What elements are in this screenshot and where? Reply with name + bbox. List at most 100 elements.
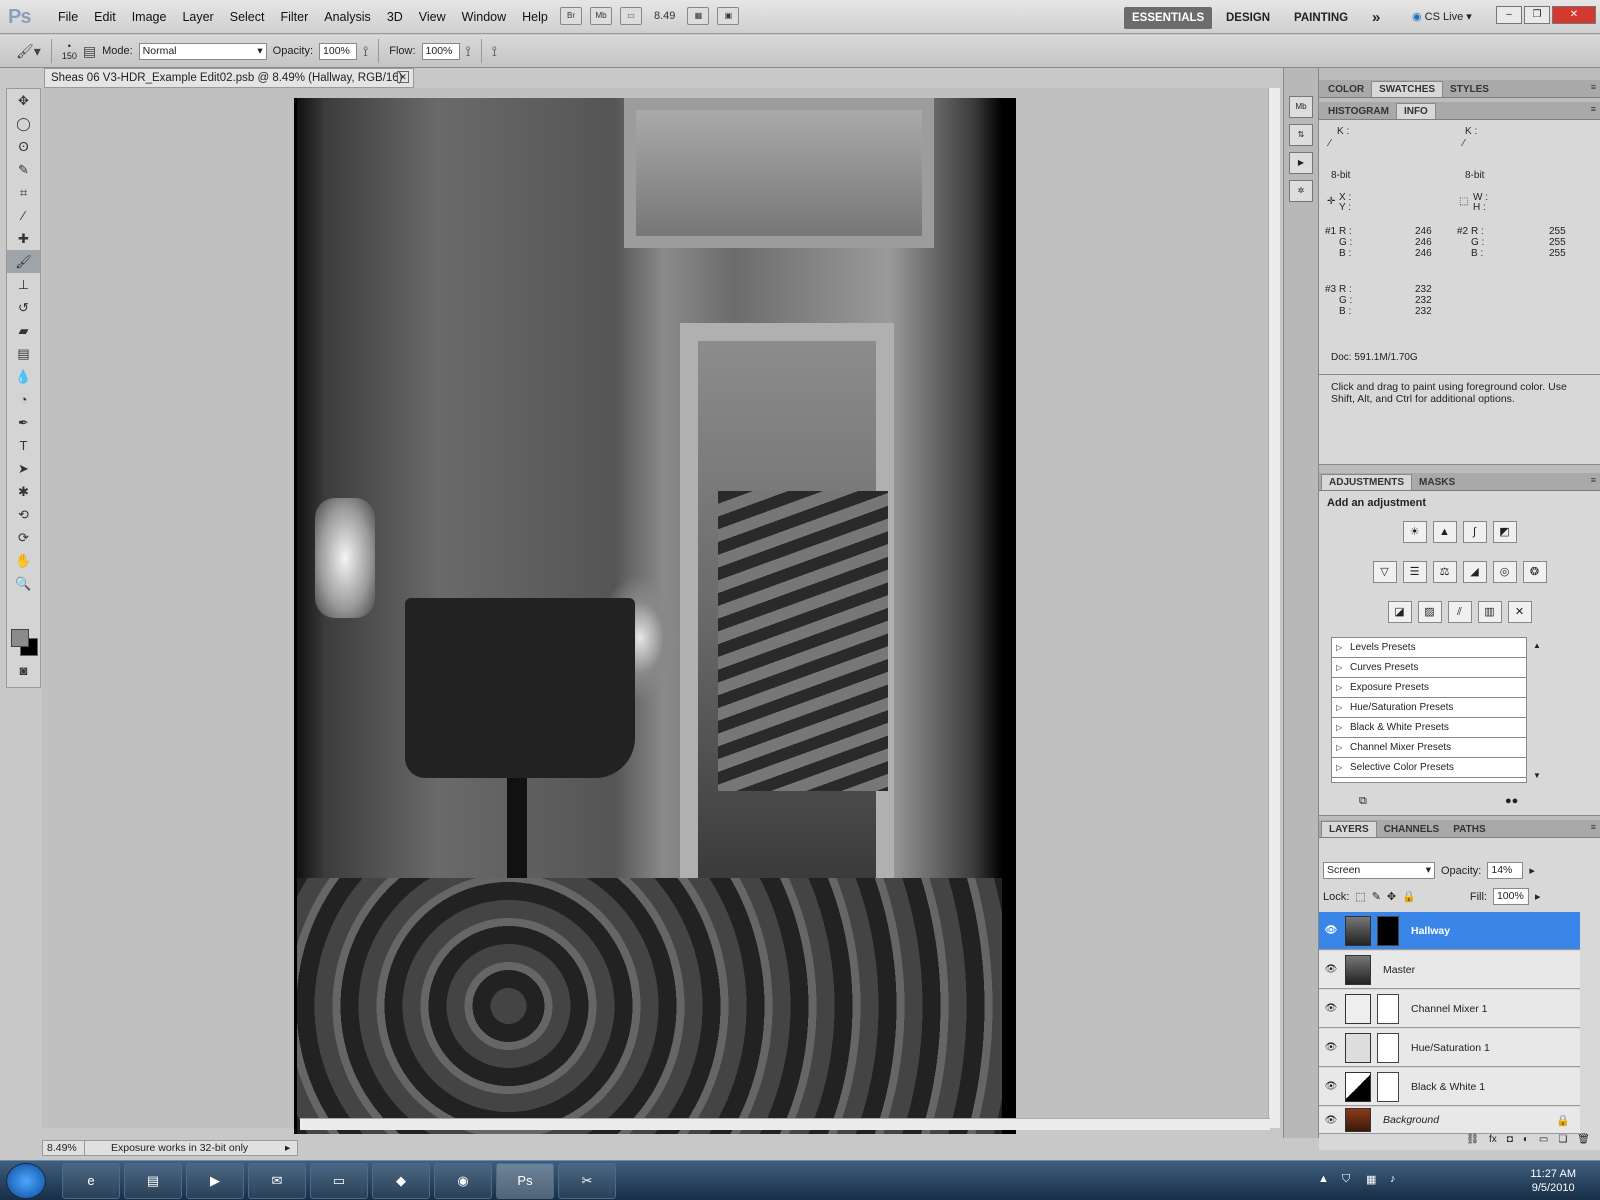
layer-opacity-slider-icon[interactable]: ▸	[1529, 864, 1535, 877]
layer-row[interactable]: 👁 Black & White 1	[1319, 1068, 1580, 1106]
arrange-documents-button[interactable]: ▦	[687, 7, 710, 25]
visibility-eye-icon[interactable]: 👁	[1319, 1003, 1343, 1014]
preset-black-white[interactable]: Black & White Presets	[1332, 718, 1526, 738]
tab-histogram[interactable]: HISTOGRAM	[1321, 104, 1396, 119]
quick-mask-icon[interactable]: ◙	[7, 659, 40, 682]
3d-orbit-tool-icon[interactable]: ⟳	[7, 526, 40, 549]
eyedropper-tool-icon[interactable]: ⁄	[7, 204, 40, 227]
layer-mask-thumbnail[interactable]	[1377, 1071, 1399, 1102]
layer-opacity-input[interactable]: 14%	[1487, 862, 1524, 879]
internet-explorer-icon[interactable]: e	[62, 1163, 120, 1199]
eraser-tool-icon[interactable]: ▰	[7, 319, 40, 342]
panel-menu-icon[interactable]: ≡	[1591, 82, 1596, 92]
tab-masks[interactable]: MASKS	[1412, 475, 1462, 490]
history-brush-tool-icon[interactable]: ↺	[7, 296, 40, 319]
restore-button[interactable]: ❐	[1524, 6, 1550, 24]
layer-row[interactable]: 👁 Hue/Saturation 1	[1319, 1029, 1580, 1067]
layer-mask-thumbnail[interactable]	[1377, 915, 1399, 946]
mode-select[interactable]: Normal ▾	[138, 42, 267, 60]
file-explorer-icon[interactable]: ▤	[124, 1163, 182, 1199]
status-info[interactable]: Exposure works in 32-bit only	[85, 1141, 285, 1155]
tab-swatches[interactable]: SWATCHES	[1371, 81, 1444, 97]
status-menu-arrow-icon[interactable]: ▸	[285, 1141, 297, 1155]
path-selection-tool-icon[interactable]: ➤	[7, 457, 40, 480]
shape-tool-icon[interactable]: ✱	[7, 480, 40, 503]
workspace-painting[interactable]: PAINTING	[1286, 7, 1356, 29]
close-document-icon[interactable]: ✕	[397, 71, 409, 83]
brush-panel-toggle-icon[interactable]: ▤	[83, 43, 96, 60]
command-prompt-icon[interactable]: ▭	[310, 1163, 368, 1199]
tab-info[interactable]: INFO	[1395, 103, 1436, 119]
clone-stamp-tool-icon[interactable]: ⊥	[7, 273, 40, 296]
menu-analysis[interactable]: Analysis	[316, 10, 379, 24]
exposure-icon[interactable]: ◩	[1492, 521, 1517, 543]
lock-pixels-icon[interactable]: ✎	[1372, 890, 1381, 903]
tab-styles[interactable]: STYLES	[1443, 82, 1496, 97]
3d-rotate-tool-icon[interactable]: ⟲	[7, 503, 40, 526]
visibility-eye-icon[interactable]: 👁	[1319, 1115, 1343, 1126]
layer-row[interactable]: 👁 Master	[1319, 951, 1580, 989]
brush-size-picker[interactable]: • 150	[62, 41, 77, 61]
layer-mask-thumbnail[interactable]	[1377, 1032, 1399, 1063]
color-balance-icon[interactable]: ⚖	[1432, 561, 1457, 583]
clip-to-layer-icon[interactable]: ⧉	[1359, 795, 1367, 808]
add-mask-icon[interactable]: ◘	[1507, 1134, 1513, 1150]
status-zoom[interactable]: 8.49%	[43, 1141, 85, 1155]
layer-style-icon[interactable]: fx	[1489, 1134, 1497, 1150]
panel-menu-icon[interactable]: ≡	[1591, 475, 1596, 485]
zoom-tool-icon[interactable]: 🔍	[7, 572, 40, 595]
vibrance-icon[interactable]: ▽	[1372, 561, 1397, 583]
channel-mixer-icon[interactable]: ❂	[1522, 561, 1547, 583]
airbrush-icon[interactable]: ⟟	[466, 43, 471, 60]
photo-filter-icon[interactable]: ◎	[1492, 561, 1517, 583]
layer-row[interactable]: 👁 Hallway	[1319, 912, 1580, 950]
minimize-button[interactable]: –	[1496, 6, 1522, 24]
brush-tool-preset-icon[interactable]: 🖌▾	[16, 43, 41, 60]
menu-image[interactable]: Image	[124, 10, 175, 24]
firefox-icon[interactable]: ◉	[434, 1163, 492, 1199]
posterize-icon[interactable]: ▨	[1417, 601, 1442, 623]
tray-network-icon[interactable]: ▦	[1366, 1173, 1376, 1186]
preset-exposure[interactable]: Exposure Presets	[1332, 678, 1526, 698]
menu-select[interactable]: Select	[222, 10, 273, 24]
levels-icon[interactable]: ▲	[1432, 521, 1457, 543]
dodge-tool-icon[interactable]: ◔	[7, 388, 40, 411]
invert-icon[interactable]: ◪	[1387, 601, 1412, 623]
bridge-button[interactable]: Br	[560, 7, 582, 25]
screen-mode-button[interactable]: ▣	[717, 7, 740, 25]
menu-layer[interactable]: Layer	[174, 10, 221, 24]
type-tool-icon[interactable]: T	[7, 434, 40, 457]
quick-selection-tool-icon[interactable]: ✎	[7, 158, 40, 181]
blur-tool-icon[interactable]: 💧	[7, 365, 40, 388]
close-button[interactable]: ✕	[1552, 6, 1596, 24]
crop-tool-icon[interactable]: ⌗	[7, 181, 40, 204]
adjustment-options-icon[interactable]: ●●	[1505, 795, 1518, 807]
tray-volume-icon[interactable]: ♪	[1390, 1173, 1396, 1185]
document-image[interactable]	[294, 98, 1016, 1134]
lock-transparency-icon[interactable]: ⬚	[1355, 890, 1365, 903]
tray-expand-icon[interactable]: ▲	[1318, 1173, 1329, 1185]
foreground-color-swatch[interactable]	[11, 629, 29, 647]
mail-icon[interactable]: ✉	[248, 1163, 306, 1199]
hue-saturation-icon[interactable]: ☰	[1402, 561, 1427, 583]
presets-scroll-up-icon[interactable]: ▲	[1533, 641, 1541, 650]
eyedropper-icon[interactable]: ⁄	[1329, 138, 1331, 149]
preset-selective-color[interactable]: Selective Color Presets	[1332, 758, 1526, 778]
tablet-pressure-size-icon[interactable]: ⟟	[492, 43, 497, 60]
opacity-pressure-icon[interactable]: ⟟	[363, 43, 368, 60]
preset-levels[interactable]: Levels Presets	[1332, 638, 1526, 658]
visibility-eye-icon[interactable]: 👁	[1319, 1042, 1343, 1053]
workspace-essentials[interactable]: ESSENTIALS	[1124, 7, 1213, 29]
workspace-more-button[interactable]: »	[1364, 7, 1388, 29]
snipping-tool-icon[interactable]: ✂	[558, 1163, 616, 1199]
brush-tool-icon[interactable]: 🖌	[7, 250, 40, 273]
flow-input[interactable]: 100%	[421, 42, 460, 60]
lock-all-icon[interactable]: 🔒	[1402, 890, 1416, 903]
hand-tool-icon[interactable]: ✋	[7, 549, 40, 572]
horizontal-scrollbar[interactable]	[300, 1118, 1270, 1130]
opacity-input[interactable]: 100%	[319, 42, 358, 60]
start-button[interactable]	[6, 1163, 46, 1199]
mini-bridge-button[interactable]: Mb	[590, 7, 612, 25]
new-layer-icon[interactable]: ❏	[1558, 1134, 1567, 1150]
menu-help[interactable]: Help	[514, 10, 556, 24]
